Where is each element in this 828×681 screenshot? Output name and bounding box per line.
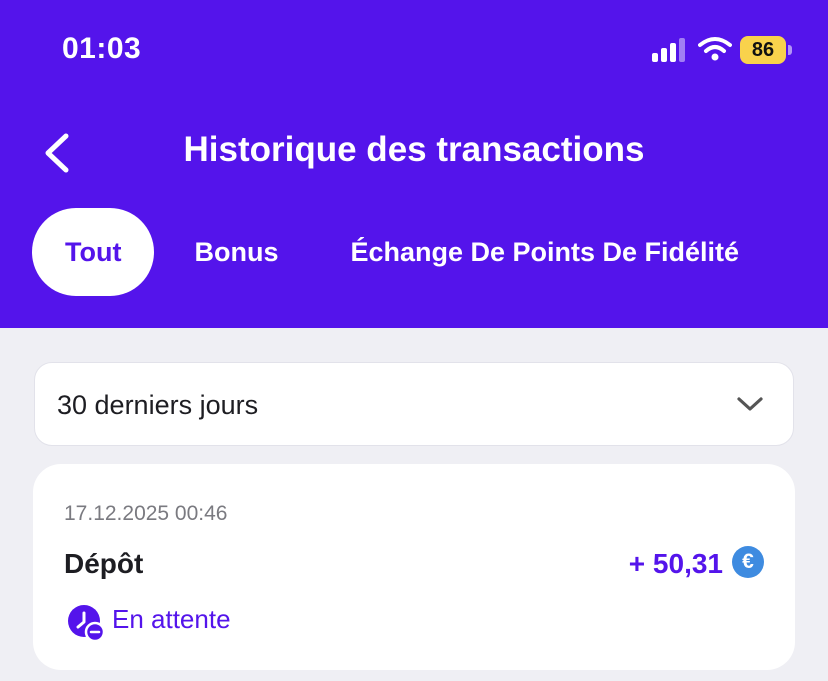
app-header: 01:03 86 Historique des transactions Tou… — [0, 0, 828, 328]
signal-icon — [652, 38, 690, 62]
chevron-down-icon — [737, 397, 763, 411]
period-filter-dropdown[interactable]: 30 derniers jours — [34, 362, 794, 446]
transaction-date: 17.12.2025 00:46 — [64, 502, 228, 525]
pending-clock-icon — [68, 605, 105, 642]
tab-loyalty-points-exchange[interactable]: Échange De Points De Fidélité — [350, 208, 739, 296]
tab-all[interactable]: Tout — [32, 208, 155, 296]
battery-icon: 86 — [740, 36, 792, 64]
transaction-status: En attente — [112, 604, 231, 634]
tab-bonus[interactable]: Bonus — [194, 208, 278, 296]
euro-icon: € — [732, 546, 764, 578]
tab-bar: Tout Bonus Échange De Points De Fidélité — [32, 208, 739, 296]
page-title: Historique des transactions — [183, 130, 645, 169]
period-filter-value: 30 derniers jours — [57, 390, 259, 420]
wifi-icon — [698, 37, 732, 61]
transaction-amount: + 50,31 — [628, 548, 723, 579]
transaction-card[interactable]: 17.12.2025 00:46 Dépôt + 50,31 € En atte… — [33, 464, 795, 670]
transaction-type: Dépôt — [64, 548, 144, 579]
status-bar-time: 01:03 — [62, 32, 142, 65]
battery-level: 86 — [740, 36, 786, 64]
